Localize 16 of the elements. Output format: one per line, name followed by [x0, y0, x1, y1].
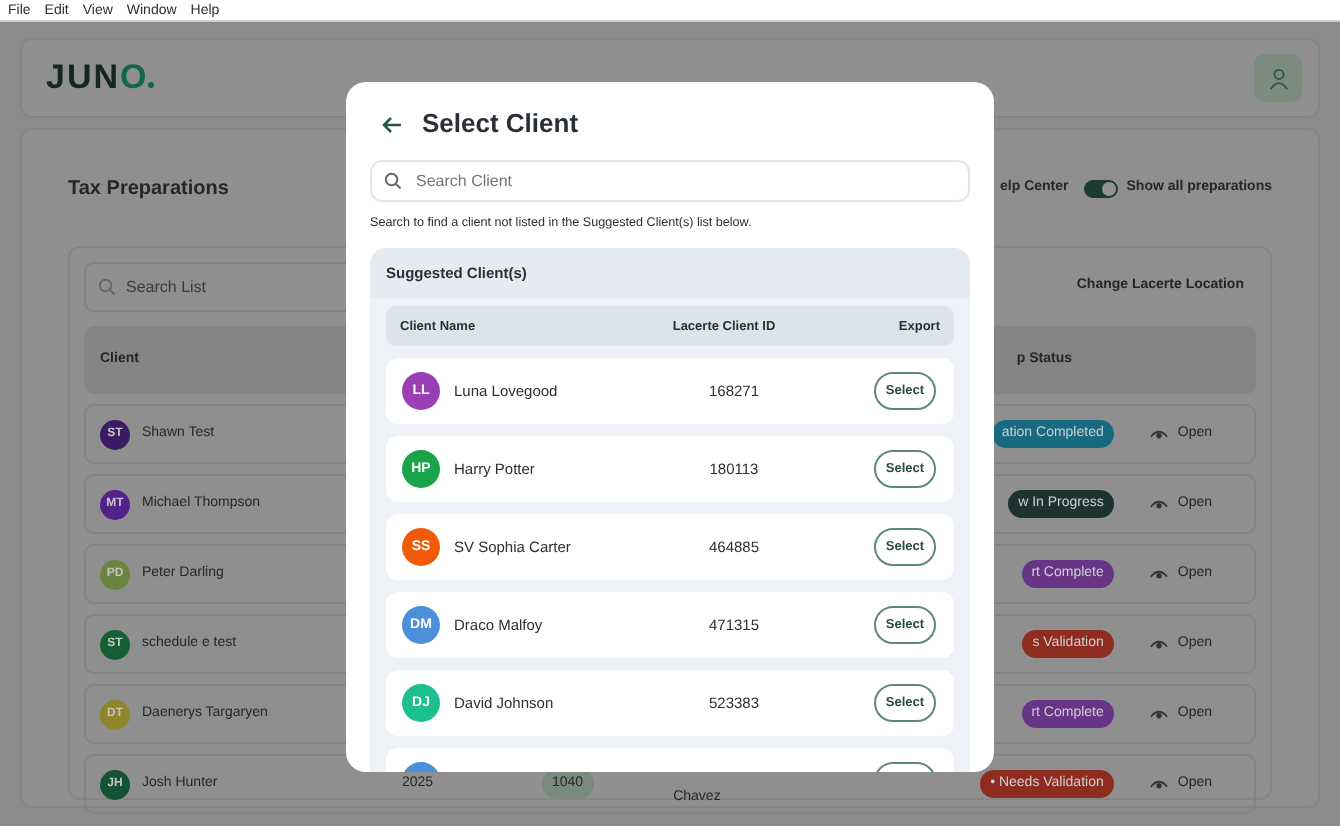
eye-icon: [1149, 498, 1168, 510]
dialog-title: Select Client: [422, 108, 579, 140]
person-icon: [1267, 67, 1289, 89]
eye-icon: [1149, 638, 1168, 650]
back-button[interactable]: [382, 115, 402, 133]
search-icon: [384, 172, 402, 190]
back-arrow-icon: [382, 115, 402, 133]
toggle-switch[interactable]: [1084, 179, 1119, 197]
logo: JUNO: [46, 52, 155, 104]
eye-icon: [1149, 428, 1168, 440]
eye-icon: [1149, 778, 1168, 790]
profile-button[interactable]: [1254, 54, 1302, 102]
eye-icon: [1149, 708, 1168, 720]
search-icon: [98, 277, 116, 295]
eye-icon: [1149, 568, 1168, 580]
page-title: Tax Preparations: [68, 175, 229, 203]
